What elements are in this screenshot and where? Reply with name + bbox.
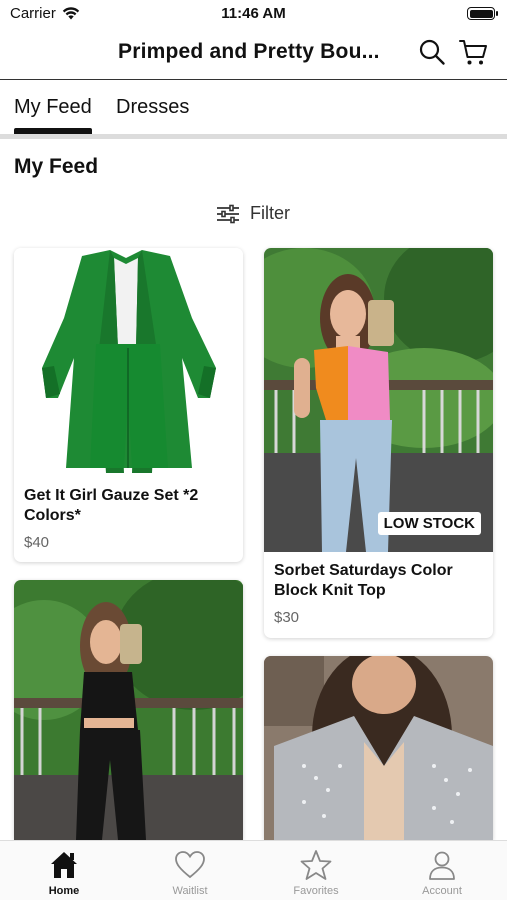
person-icon <box>429 851 455 880</box>
tab-home-label: Home <box>48 885 80 897</box>
category-tabs: My Feed Dresses <box>0 80 507 136</box>
battery-icon <box>467 7 498 20</box>
product-price: $40 <box>24 534 50 551</box>
section-title: My Feed <box>14 155 99 178</box>
product-image <box>14 248 243 478</box>
home-icon <box>51 852 77 878</box>
heart-icon <box>175 851 205 879</box>
product-card[interactable]: LOW STOCK Sorbet Saturdays Color Block K… <box>264 248 493 638</box>
product-card[interactable] <box>264 656 493 840</box>
product-card[interactable] <box>14 580 243 840</box>
tab-favorites-label: Favorites <box>293 885 339 897</box>
star-icon <box>300 850 332 880</box>
cart-icon[interactable] <box>458 37 488 67</box>
product-name: Get It Girl Gauze Set *2 Colors* <box>24 487 199 524</box>
tab-account-label: Account <box>422 885 462 897</box>
search-icon[interactable] <box>418 38 446 66</box>
tab-account[interactable]: Account <box>379 841 505 900</box>
tab-my-feed[interactable]: My Feed <box>14 96 92 119</box>
product-image <box>264 248 493 552</box>
navigation-bar: Primped and Pretty Bou... <box>0 28 507 80</box>
tab-waitlist-label: Waitlist <box>172 885 208 897</box>
tab-waitlist[interactable]: Waitlist <box>127 841 253 900</box>
product-price: $30 <box>274 609 300 626</box>
filter-label: Filter <box>250 203 290 223</box>
status-bar: Carrier 11:46 AM <box>0 0 507 28</box>
product-image <box>14 580 243 840</box>
tab-dresses[interactable]: Dresses <box>116 96 189 119</box>
bottom-tab-bar: Home Waitlist Favorites Account <box>0 840 507 900</box>
filter-button[interactable]: Filter <box>216 203 290 224</box>
sliders-icon <box>217 204 239 223</box>
tab-home[interactable]: Home <box>1 841 127 900</box>
low-stock-badge: LOW STOCK <box>377 512 481 535</box>
status-time: 11:46 AM <box>221 5 286 22</box>
product-image <box>264 656 493 840</box>
product-name: Sorbet Saturdays Color Block Knit Top <box>274 562 453 599</box>
tab-favorites[interactable]: Favorites <box>253 841 379 900</box>
tabs-divider <box>0 134 507 139</box>
product-card[interactable]: Get It Girl Gauze Set *2 Colors* $40 <box>14 248 243 562</box>
page-title: Primped and Pretty Bou... <box>118 40 380 63</box>
